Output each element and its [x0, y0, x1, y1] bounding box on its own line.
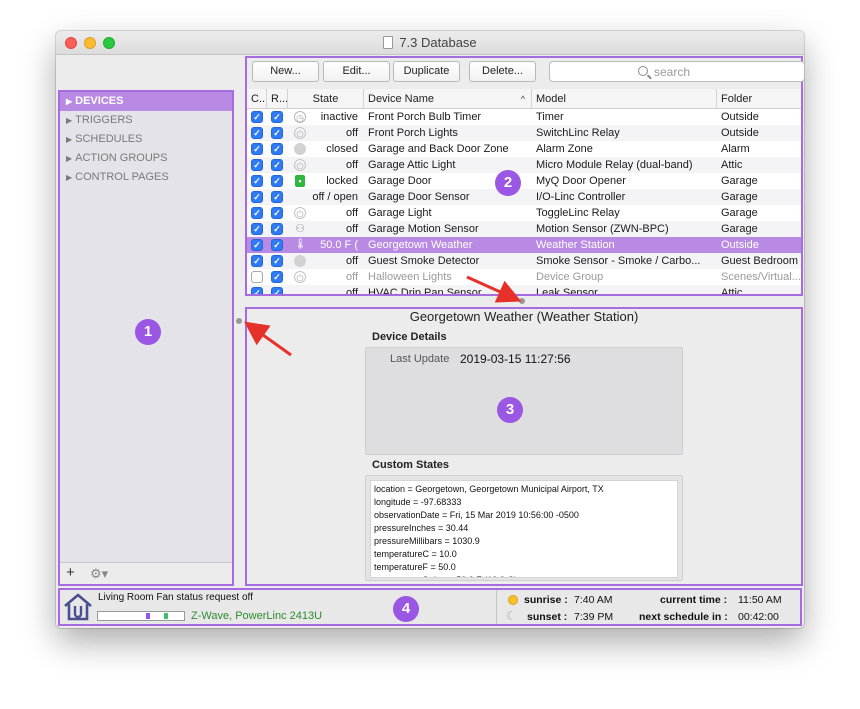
annotation-badge-4: 4: [393, 596, 419, 622]
annotation-badge-1: 1: [135, 319, 161, 345]
annotation-arrows: [244, 275, 522, 357]
annotation-badge-2: 2: [495, 170, 521, 196]
arrow-to-table-splitter: [466, 275, 522, 303]
annotation-badge-3: 3: [497, 397, 523, 423]
arrow-to-sidebar-splitter: [244, 321, 292, 357]
